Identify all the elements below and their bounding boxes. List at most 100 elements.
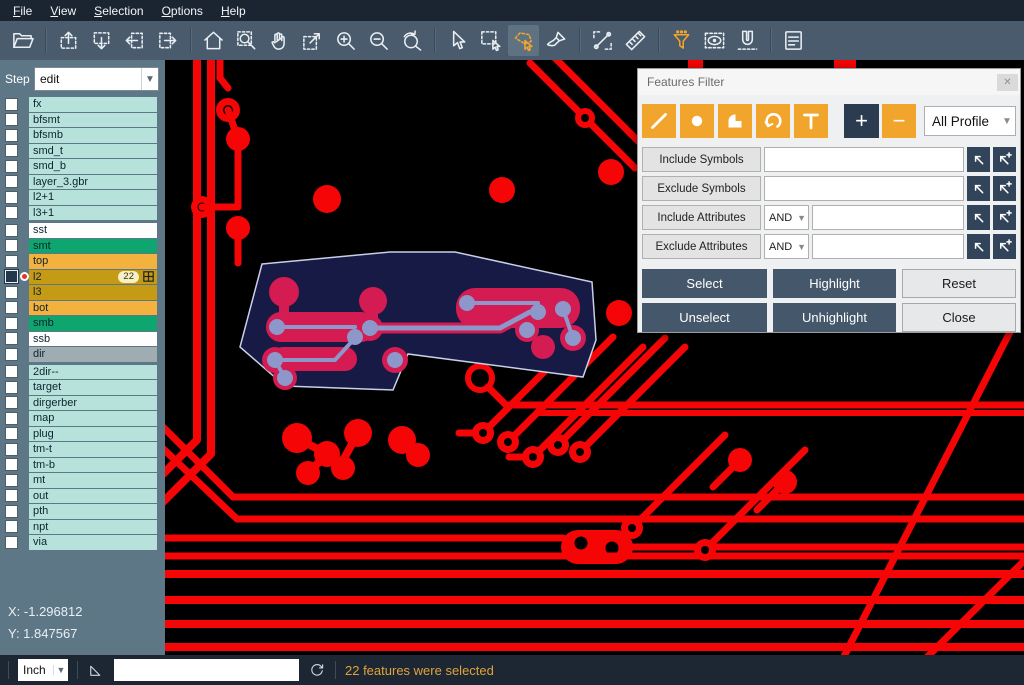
pan-hand-icon[interactable] — [264, 25, 295, 56]
layer-row[interactable]: smt — [0, 239, 165, 254]
pick-from-canvas-icon[interactable] — [967, 234, 990, 259]
pick-add-from-canvas-icon[interactable] — [993, 234, 1016, 259]
menu-options[interactable]: Options — [153, 2, 212, 20]
layer-row[interactable]: tm-b — [0, 458, 165, 473]
layer-visibility-checkbox[interactable] — [5, 129, 18, 142]
layer-name-cell[interactable]: bot — [29, 301, 157, 316]
home-icon[interactable] — [198, 25, 229, 56]
layer-visibility-checkbox[interactable] — [5, 458, 18, 471]
layer-name-cell[interactable]: layer_3.gbr — [29, 175, 157, 190]
exclude-attributes-input[interactable] — [812, 234, 964, 259]
layer-row[interactable]: smd_b — [0, 159, 165, 174]
include-attributes-operator-select[interactable]: AND▼ — [764, 205, 809, 230]
layer-row[interactable]: out — [0, 489, 165, 504]
snap-magnet-icon[interactable] — [732, 25, 763, 56]
reset-button[interactable]: Reset — [902, 269, 1016, 298]
layer-visibility-checkbox[interactable] — [5, 489, 18, 502]
layer-visibility-checkbox[interactable] — [5, 224, 18, 237]
layer-row[interactable]: bot — [0, 301, 165, 316]
layer-name-cell[interactable]: pth — [29, 504, 157, 519]
layer-name-cell[interactable]: bfsmb — [29, 128, 157, 143]
measure-ruler-icon[interactable] — [620, 25, 651, 56]
menu-file[interactable]: File — [4, 2, 41, 20]
layer-name-cell[interactable]: map — [29, 411, 157, 426]
remove-filter-button[interactable]: − — [882, 104, 916, 138]
layer-row[interactable]: layer_3.gbr — [0, 175, 165, 190]
highlight-button[interactable]: Highlight — [773, 269, 896, 298]
layer-visibility-checkbox[interactable] — [5, 443, 18, 456]
layer-name-cell[interactable]: dir — [29, 347, 157, 362]
include-symbols-button[interactable]: Include Symbols — [642, 147, 761, 172]
layer-name-cell[interactable]: sst — [29, 223, 157, 238]
layer-row[interactable]: 2dir-- — [0, 365, 165, 380]
layer-visibility-checkbox[interactable] — [5, 160, 18, 173]
layer-name-cell[interactable]: mt — [29, 473, 157, 488]
layer-visibility-checkbox[interactable] — [5, 206, 18, 219]
arc-icon[interactable] — [756, 104, 790, 138]
layer-name-cell[interactable]: l2+1 — [29, 190, 157, 205]
layer-name-cell[interactable]: tm-t — [29, 442, 157, 457]
view-options-icon[interactable] — [699, 25, 730, 56]
command-input[interactable] — [114, 659, 299, 681]
layer-name-cell[interactable]: l222 — [29, 270, 157, 285]
layer-visibility-checkbox[interactable] — [5, 301, 18, 314]
zoom-out-icon[interactable] — [363, 25, 394, 56]
layer-row[interactable]: sst — [0, 223, 165, 238]
layer-visibility-checkbox[interactable] — [5, 255, 18, 268]
exclude-symbols-input[interactable] — [764, 176, 964, 201]
layer-row[interactable]: l3 — [0, 285, 165, 300]
pick-from-canvas-icon[interactable] — [967, 205, 990, 230]
layer-visibility-checkbox[interactable] — [5, 98, 18, 111]
close-button[interactable]: Close — [902, 303, 1016, 332]
zoom-window-icon[interactable] — [231, 25, 262, 56]
unit-select[interactable]: Inch ▼ — [18, 659, 68, 681]
layer-visibility-checkbox[interactable] — [5, 412, 18, 425]
step-select[interactable]: edit ▼ — [34, 67, 159, 91]
pan-right-icon[interactable] — [152, 25, 183, 56]
features-filter-icon[interactable] — [666, 25, 697, 56]
layer-visibility-checkbox[interactable] — [5, 427, 18, 440]
clean-brush-icon[interactable] — [541, 25, 572, 56]
layer-row[interactable]: l222 — [0, 270, 165, 285]
layer-name-cell[interactable]: smd_b — [29, 159, 157, 174]
layer-visibility-checkbox[interactable] — [5, 286, 18, 299]
angle-measure-icon[interactable] — [87, 661, 105, 679]
zoom-in-icon[interactable] — [330, 25, 361, 56]
layer-row[interactable]: l2+1 — [0, 190, 165, 205]
layer-row[interactable]: map — [0, 411, 165, 426]
menu-selection[interactable]: Selection — [85, 2, 152, 20]
zoom-object-icon[interactable] — [297, 25, 328, 56]
pan-down-icon[interactable] — [86, 25, 117, 56]
layer-name-cell[interactable]: target — [29, 380, 157, 395]
layer-visibility-checkbox[interactable] — [5, 396, 18, 409]
layer-row[interactable]: dir — [0, 347, 165, 362]
layer-row[interactable]: plug — [0, 427, 165, 442]
layer-visibility-checkbox[interactable] — [5, 381, 18, 394]
surface-icon[interactable] — [718, 104, 752, 138]
grid-icon[interactable] — [143, 271, 154, 282]
pick-add-from-canvas-icon[interactable] — [993, 147, 1016, 172]
layer-row[interactable]: smd_t — [0, 144, 165, 159]
open-icon[interactable] — [7, 25, 38, 56]
layer-row[interactable]: top — [0, 254, 165, 269]
layer-name-cell[interactable]: l3+1 — [29, 206, 157, 221]
layer-row[interactable]: l3+1 — [0, 206, 165, 221]
layer-name-cell[interactable]: smd_t — [29, 144, 157, 159]
unselect-button[interactable]: Unselect — [642, 303, 767, 332]
measure-distance-icon[interactable] — [587, 25, 618, 56]
zoom-previous-icon[interactable] — [396, 25, 427, 56]
layer-visibility-checkbox[interactable] — [5, 113, 18, 126]
profile-select[interactable]: All Profile ▼ — [924, 106, 1016, 136]
text-icon[interactable] — [794, 104, 828, 138]
exclude-attributes-button[interactable]: Exclude Attributes — [642, 234, 761, 259]
select-icon[interactable] — [442, 25, 473, 56]
pick-add-from-canvas-icon[interactable] — [993, 205, 1016, 230]
pan-up-icon[interactable] — [53, 25, 84, 56]
add-filter-button[interactable]: + — [844, 104, 879, 138]
layer-visibility-checkbox[interactable] — [5, 239, 18, 252]
layer-visibility-checkbox[interactable] — [5, 505, 18, 518]
layer-row[interactable]: target — [0, 380, 165, 395]
layer-name-cell[interactable]: bfsmt — [29, 113, 157, 128]
pick-add-from-canvas-icon[interactable] — [993, 176, 1016, 201]
layer-visibility-checkbox[interactable] — [5, 270, 18, 283]
